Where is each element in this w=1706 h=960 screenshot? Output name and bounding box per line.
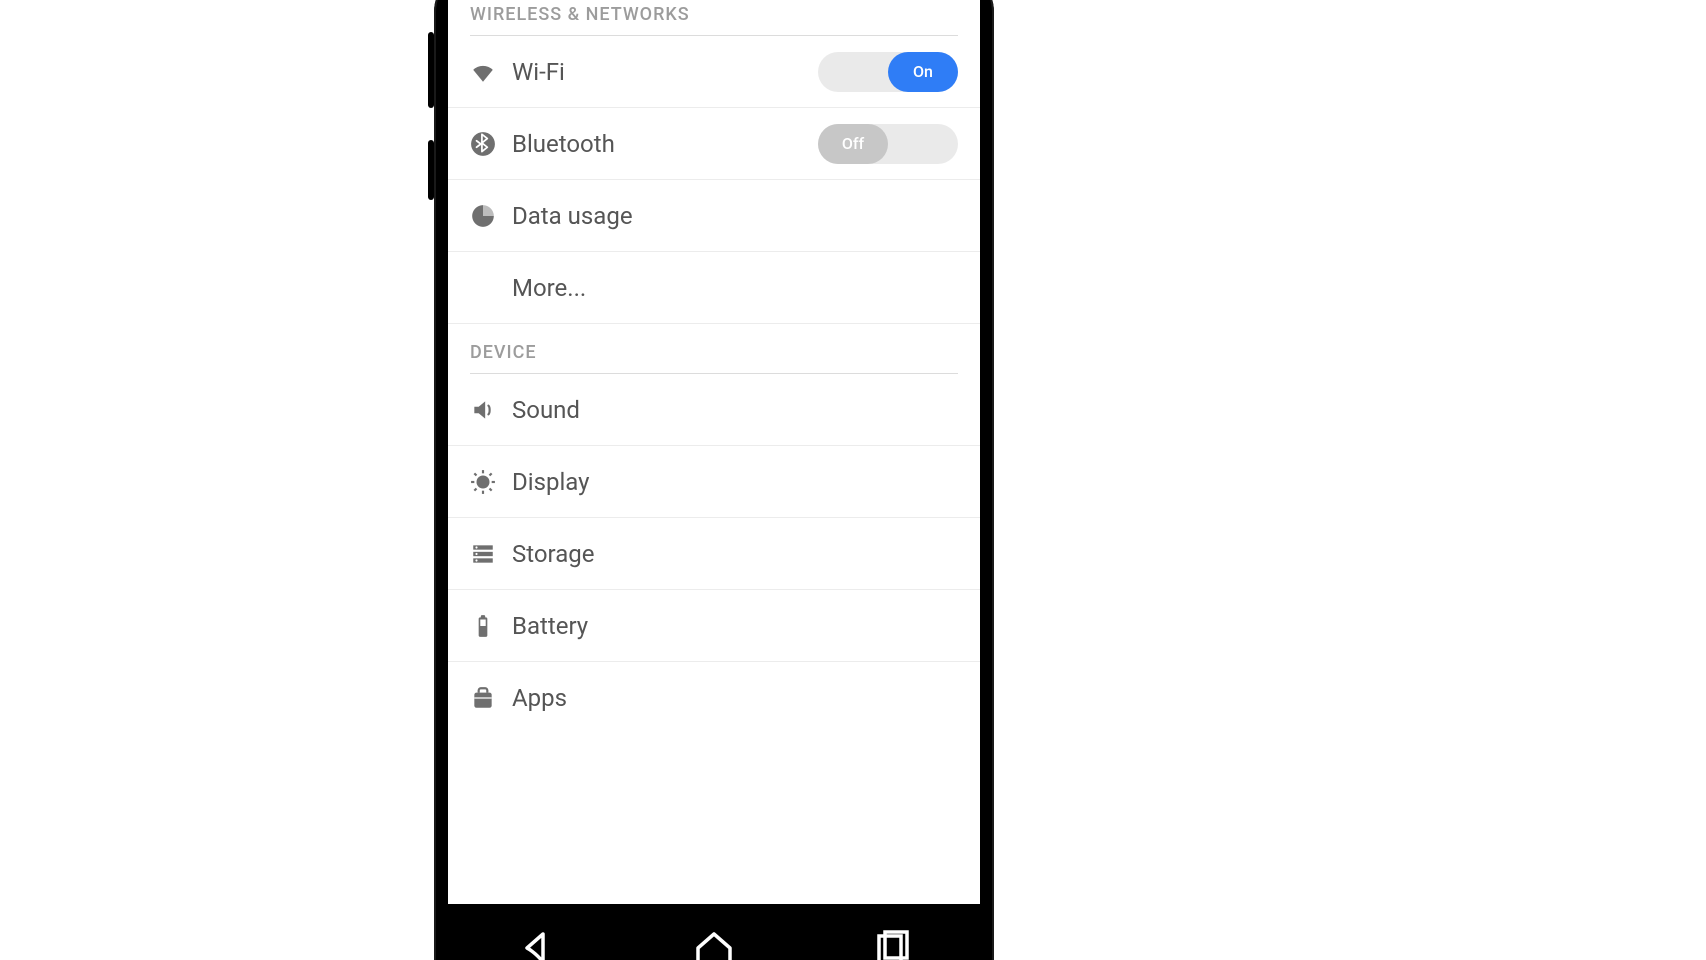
back-button[interactable]: [513, 924, 561, 960]
settings-list[interactable]: WIRELESS & NETWORKS Wi-Fi On Bluetooth: [448, 0, 980, 734]
volume-rocker: [428, 32, 434, 108]
wifi-toggle[interactable]: On: [818, 52, 958, 92]
phone-frame: WIRELESS & NETWORKS Wi-Fi On Bluetooth: [434, 0, 994, 960]
row-data-usage[interactable]: Data usage: [448, 180, 980, 252]
row-display-label: Display: [512, 468, 958, 496]
row-apps-label: Apps: [512, 684, 958, 712]
display-icon: [470, 469, 512, 495]
recent-apps-button[interactable]: [867, 924, 915, 960]
row-bluetooth[interactable]: Bluetooth Off: [448, 108, 980, 180]
row-battery[interactable]: Battery: [448, 590, 980, 662]
sound-icon: [470, 397, 512, 423]
screen: WIRELESS & NETWORKS Wi-Fi On Bluetooth: [448, 0, 980, 904]
row-sound-label: Sound: [512, 396, 958, 424]
storage-icon: [470, 541, 512, 567]
row-more[interactable]: More...: [448, 252, 980, 324]
row-sound[interactable]: Sound: [448, 374, 980, 446]
home-button[interactable]: [690, 924, 738, 960]
bluetooth-icon: [470, 131, 512, 157]
battery-icon: [470, 613, 512, 639]
row-display[interactable]: Display: [448, 446, 980, 518]
wifi-icon: [470, 59, 512, 85]
row-wifi-label: Wi-Fi: [512, 58, 818, 86]
bluetooth-toggle-knob: Off: [818, 124, 888, 164]
data-usage-icon: [470, 203, 512, 229]
apps-icon: [470, 685, 512, 711]
row-storage-label: Storage: [512, 540, 958, 568]
bluetooth-toggle[interactable]: Off: [818, 124, 958, 164]
row-battery-label: Battery: [512, 612, 958, 640]
stage: WIRELESS & NETWORKS Wi-Fi On Bluetooth: [0, 0, 1706, 960]
row-storage[interactable]: Storage: [448, 518, 980, 590]
power-button: [428, 140, 434, 200]
row-bluetooth-label: Bluetooth: [512, 130, 818, 158]
section-wireless-title: WIRELESS & NETWORKS: [448, 0, 980, 35]
navigation-bar: [448, 904, 980, 960]
row-wifi[interactable]: Wi-Fi On: [448, 36, 980, 108]
row-more-label: More...: [512, 274, 958, 302]
row-data-usage-label: Data usage: [512, 202, 958, 230]
row-apps[interactable]: Apps: [448, 662, 980, 734]
wifi-toggle-knob: On: [888, 52, 958, 92]
section-device-title: DEVICE: [448, 324, 980, 373]
